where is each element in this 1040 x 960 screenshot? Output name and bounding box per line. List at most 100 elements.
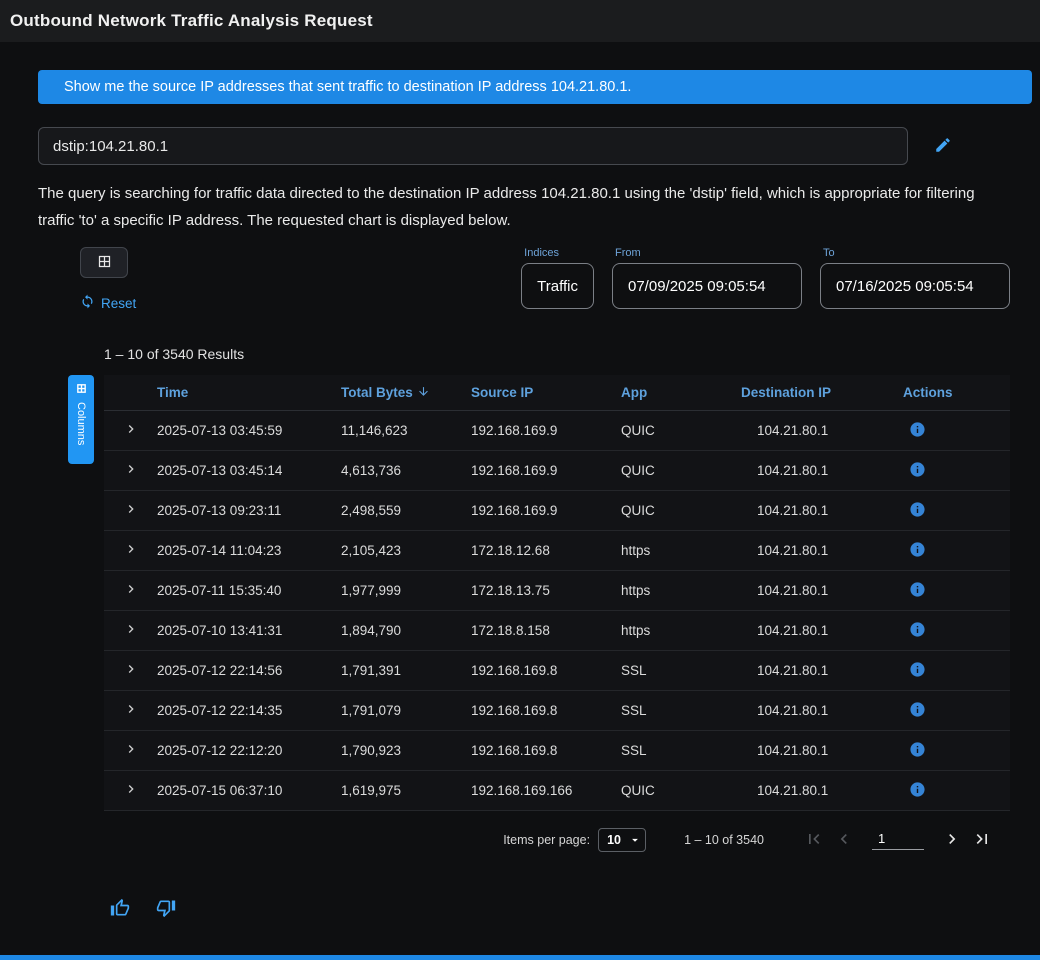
row-info-button[interactable] — [909, 741, 926, 761]
cell-app: https — [621, 583, 741, 598]
cell-destination-ip: 104.21.80.1 — [741, 463, 903, 478]
column-header-app[interactable]: App — [621, 385, 741, 400]
cell-app: QUIC — [621, 783, 741, 798]
cell-source-ip: 192.168.169.166 — [471, 783, 621, 798]
row-info-button[interactable] — [909, 501, 926, 521]
row-expand-button[interactable] — [123, 581, 139, 600]
cell-total-bytes: 1,791,079 — [341, 703, 471, 718]
reset-label: Reset — [101, 296, 136, 311]
column-header-actions: Actions — [903, 385, 1010, 400]
pagination-range: 1 – 10 of 3540 — [684, 833, 764, 847]
thumbs-down-icon — [156, 898, 176, 921]
cell-destination-ip: 104.21.80.1 — [741, 703, 903, 718]
cell-app: QUIC — [621, 463, 741, 478]
table-row: 2025-07-12 22:14:35 1,791,079 192.168.16… — [104, 691, 1010, 731]
from-value: 07/09/2025 09:05:54 — [628, 278, 766, 295]
cell-app: QUIC — [621, 423, 741, 438]
table-row: 2025-07-12 22:14:56 1,791,391 192.168.16… — [104, 651, 1010, 691]
row-info-button[interactable] — [909, 701, 926, 721]
column-header-total-bytes[interactable]: Total Bytes — [341, 385, 471, 401]
pagination-bar: Items per page: 10 1 – 10 of 3540 — [104, 828, 1010, 852]
cell-app: QUIC — [621, 503, 741, 518]
table-row: 2025-07-10 13:41:31 1,894,790 172.18.8.1… — [104, 611, 1010, 651]
row-expand-button[interactable] — [123, 461, 139, 480]
cell-destination-ip: 104.21.80.1 — [741, 503, 903, 518]
row-info-button[interactable] — [909, 621, 926, 641]
cell-source-ip: 172.18.8.158 — [471, 623, 621, 638]
cell-source-ip: 192.168.169.9 — [471, 503, 621, 518]
previous-page-button[interactable] — [834, 829, 854, 852]
reset-button[interactable]: Reset — [80, 294, 136, 312]
row-expand-button[interactable] — [123, 501, 139, 520]
first-page-button[interactable] — [804, 829, 824, 852]
cell-time: 2025-07-13 09:23:11 — [157, 503, 341, 518]
cell-total-bytes: 2,105,423 — [341, 543, 471, 558]
first-page-icon — [804, 829, 824, 852]
cell-source-ip: 192.168.169.8 — [471, 743, 621, 758]
from-datetime-input[interactable]: 07/09/2025 09:05:54 — [612, 263, 802, 309]
cell-source-ip: 192.168.169.9 — [471, 423, 621, 438]
cell-source-ip: 172.18.12.68 — [471, 543, 621, 558]
thumbs-up-button[interactable] — [110, 898, 130, 921]
table-view-button[interactable] — [80, 247, 128, 278]
row-expand-button[interactable] — [123, 541, 139, 560]
to-field: To 07/16/2025 09:05:54 — [820, 247, 1010, 309]
indices-label: Indices — [524, 247, 594, 259]
row-expand-button[interactable] — [123, 781, 139, 800]
thumbs-down-button[interactable] — [156, 898, 176, 921]
column-header-destination-ip[interactable]: Destination IP — [741, 385, 903, 400]
chevron-right-icon — [123, 421, 139, 440]
cell-source-ip: 172.18.13.75 — [471, 583, 621, 598]
cell-destination-ip: 104.21.80.1 — [741, 543, 903, 558]
query-input[interactable] — [38, 127, 908, 165]
cell-app: https — [621, 623, 741, 638]
row-expand-button[interactable] — [123, 701, 139, 720]
last-page-button[interactable] — [972, 829, 992, 852]
cell-destination-ip: 104.21.80.1 — [741, 783, 903, 798]
from-field: From 07/09/2025 09:05:54 — [612, 247, 802, 309]
chevron-right-icon — [123, 541, 139, 560]
edit-query-button[interactable] — [934, 136, 952, 157]
page-number-input[interactable] — [872, 831, 924, 850]
row-info-button[interactable] — [909, 581, 926, 601]
info-icon — [909, 781, 926, 801]
chevron-right-icon — [123, 621, 139, 640]
row-info-button[interactable] — [909, 421, 926, 441]
indices-field: Indices Traffic — [521, 247, 594, 309]
dropdown-caret-icon — [628, 833, 642, 847]
query-explanation: The query is searching for traffic data … — [38, 180, 1010, 234]
cell-time: 2025-07-10 13:41:31 — [157, 623, 341, 638]
columns-button[interactable]: Columns — [68, 375, 94, 464]
results-summary: 1 – 10 of 3540 Results — [104, 346, 1010, 362]
cell-time: 2025-07-13 03:45:59 — [157, 423, 341, 438]
items-per-page-label: Items per page: — [503, 833, 590, 847]
row-info-button[interactable] — [909, 661, 926, 681]
row-expand-button[interactable] — [123, 421, 139, 440]
row-info-button[interactable] — [909, 461, 926, 481]
row-info-button[interactable] — [909, 541, 926, 561]
indices-select[interactable]: Traffic — [521, 263, 594, 309]
cell-time: 2025-07-14 11:04:23 — [157, 543, 341, 558]
items-per-page-select[interactable]: 10 — [598, 828, 646, 852]
cell-destination-ip: 104.21.80.1 — [741, 743, 903, 758]
row-expand-button[interactable] — [123, 621, 139, 640]
column-header-time[interactable]: Time — [157, 385, 341, 400]
table-row: 2025-07-12 22:12:20 1,790,923 192.168.16… — [104, 731, 1010, 771]
table-row: 2025-07-13 09:23:11 2,498,559 192.168.16… — [104, 491, 1010, 531]
chevron-right-icon — [123, 501, 139, 520]
chevron-right-icon — [123, 661, 139, 680]
cell-total-bytes: 1,790,923 — [341, 743, 471, 758]
cell-app: SSL — [621, 703, 741, 718]
column-header-source-ip[interactable]: Source IP — [471, 385, 621, 400]
row-info-button[interactable] — [909, 781, 926, 801]
indices-value: Traffic — [537, 278, 578, 295]
row-expand-button[interactable] — [123, 741, 139, 760]
to-datetime-input[interactable]: 07/16/2025 09:05:54 — [820, 263, 1010, 309]
table-body: 2025-07-13 03:45:59 11,146,623 192.168.1… — [104, 411, 1010, 811]
next-page-button[interactable] — [942, 829, 962, 852]
cell-total-bytes: 1,791,391 — [341, 663, 471, 678]
row-expand-button[interactable] — [123, 661, 139, 680]
cell-app: SSL — [621, 743, 741, 758]
chevron-right-icon — [123, 741, 139, 760]
chevron-right-icon — [123, 461, 139, 480]
